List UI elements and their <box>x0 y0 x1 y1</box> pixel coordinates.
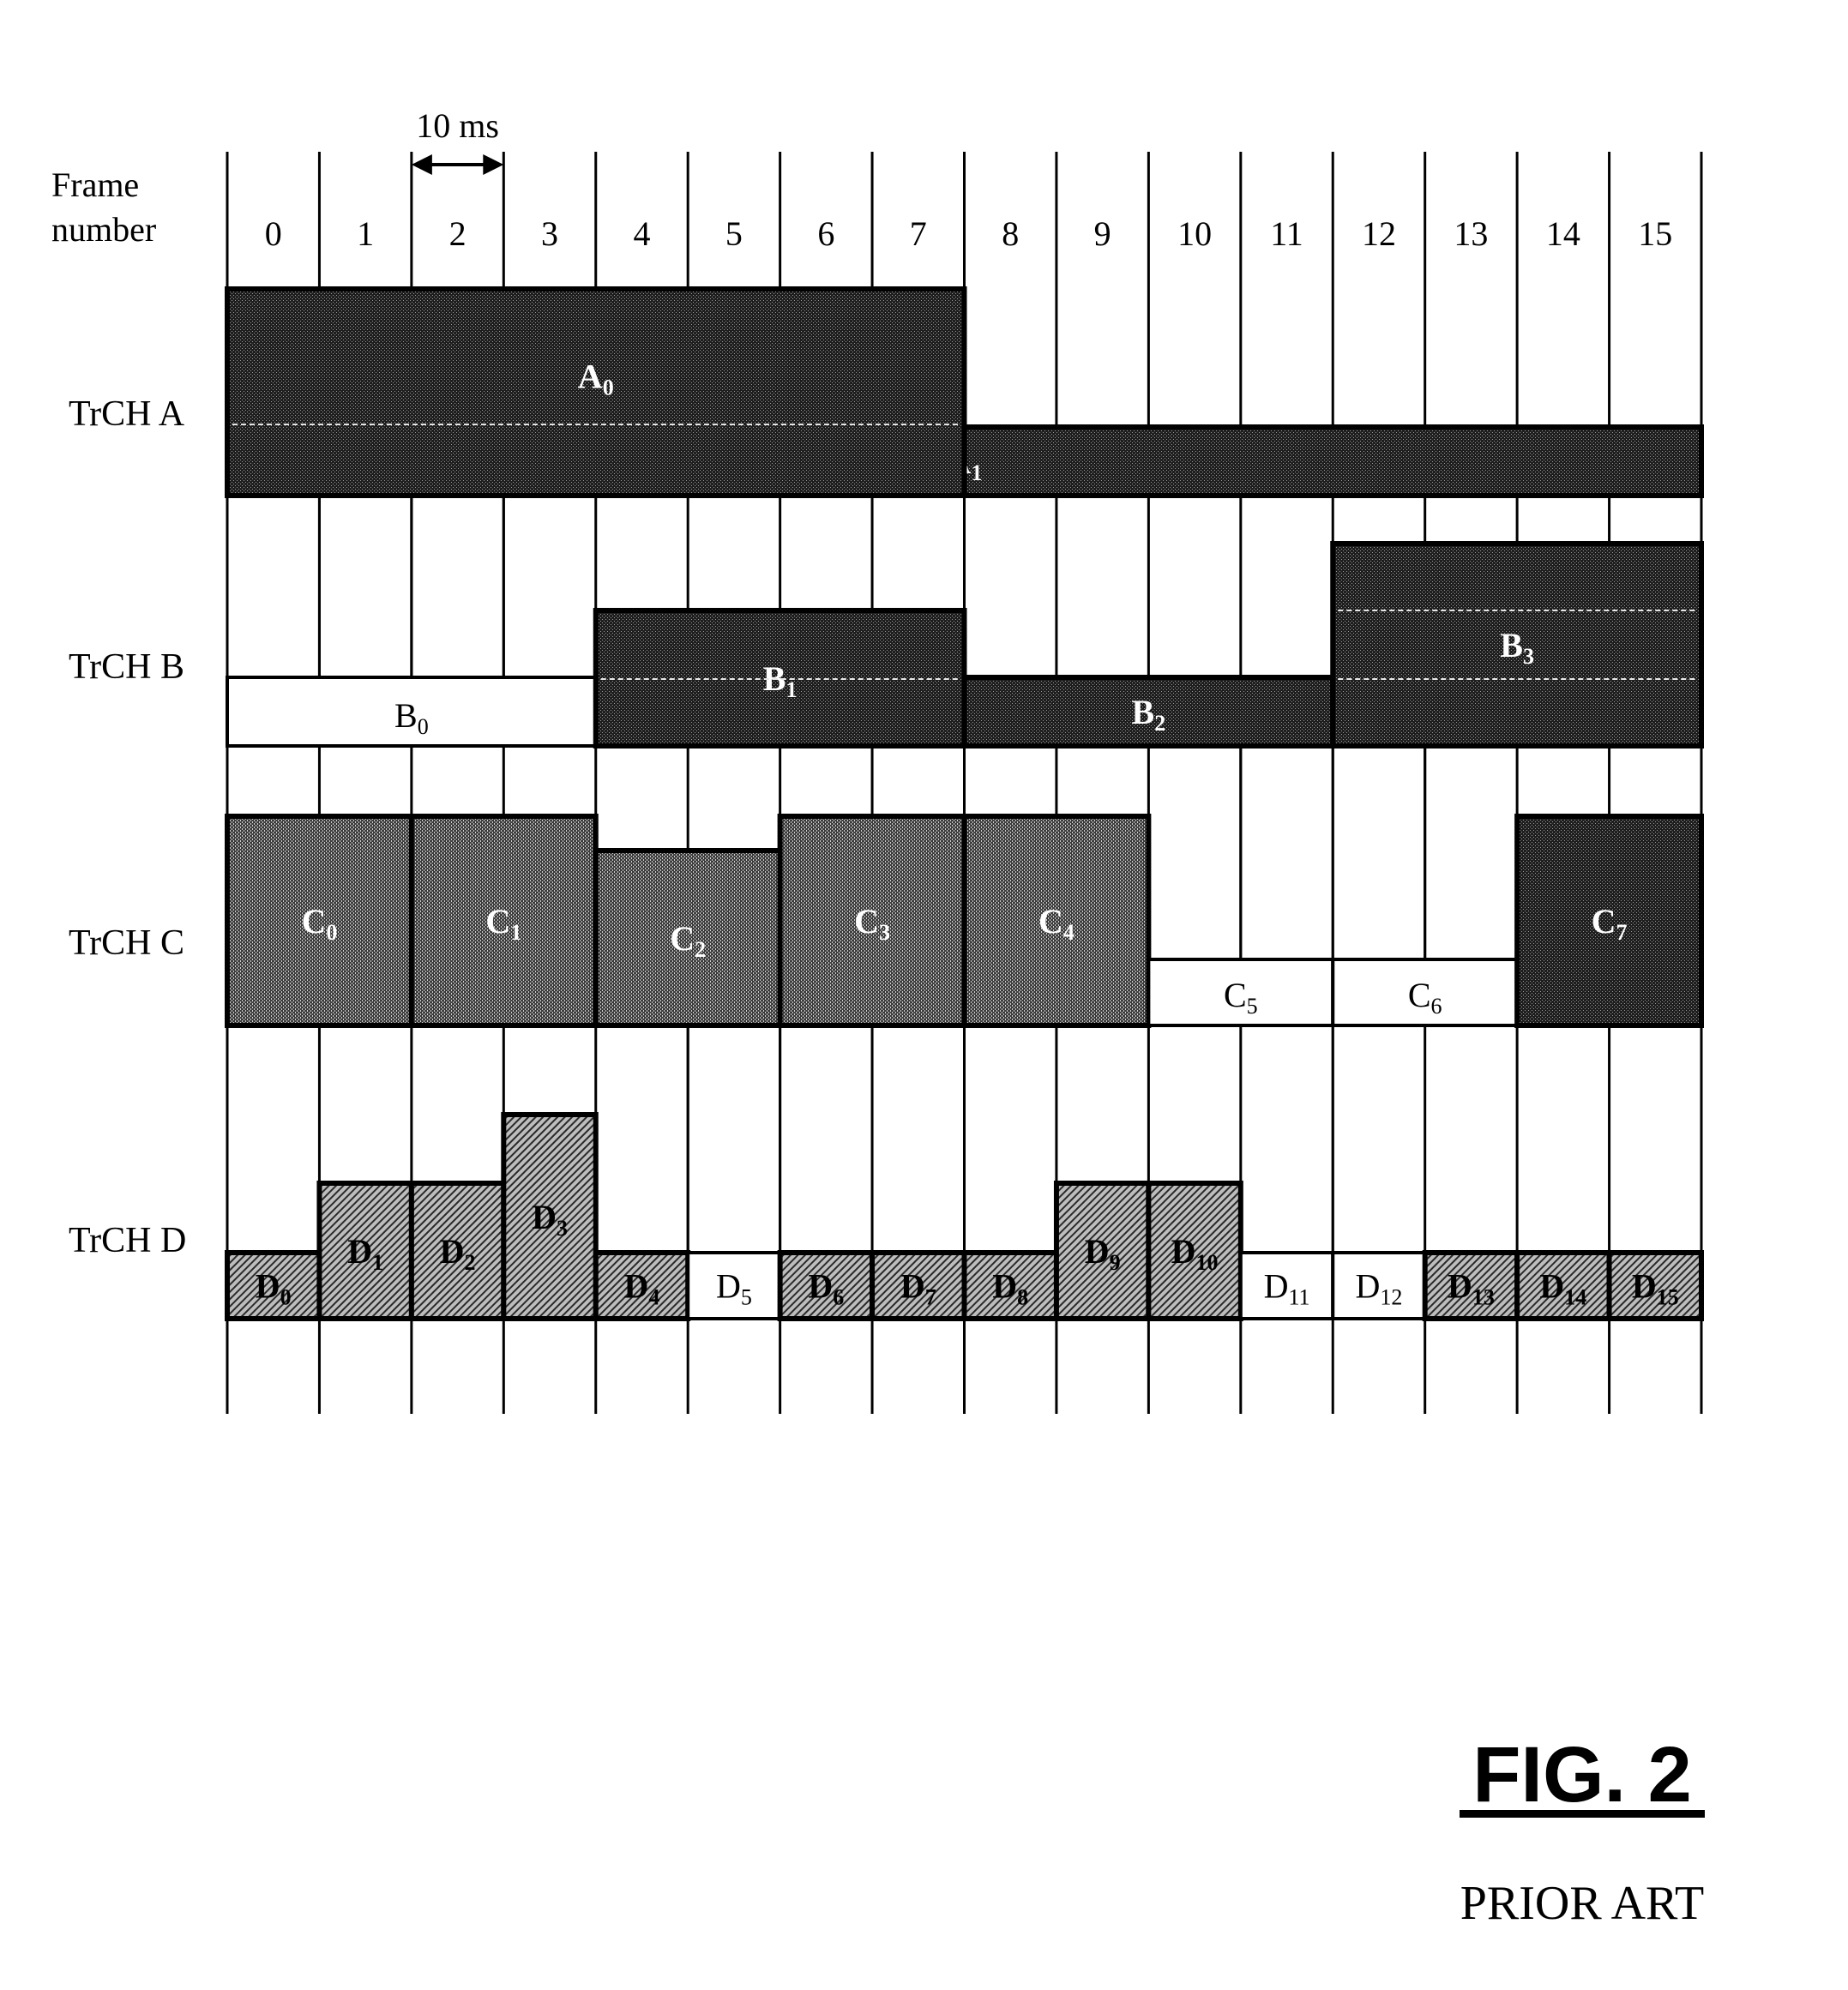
frame-number-label: 12 <box>1362 214 1396 253</box>
frame-number-label: 0 <box>265 214 282 253</box>
frame-number-label: 10 <box>1177 214 1212 253</box>
figure-title: FIG. 2 <box>1472 1731 1692 1819</box>
frame-number-label: 11 <box>1270 214 1303 253</box>
frame-number-label: 9 <box>1094 214 1111 253</box>
duration-label: 10 ms <box>416 106 499 145</box>
prior-art-label: PRIOR ART <box>1460 1877 1705 1930</box>
frame-number-label: 1 <box>357 214 374 253</box>
frame-number-label: 2 <box>449 214 467 253</box>
channel-trch-c: C0 C1 C2C3 C4C5 C6C7 <box>225 814 1704 1028</box>
frame-number-label: 8 <box>1002 214 1019 253</box>
frame-timing-diagram: 0123456789101112131415 A1A0B0B1B2B3C0C1C… <box>225 106 1704 1414</box>
duration-marker: 10 ms <box>411 106 504 175</box>
frame-number-label: 3 <box>541 214 558 253</box>
channel-trch-a: A1A0 <box>225 286 1704 498</box>
arrow-right-icon <box>483 154 504 175</box>
arrow-left-icon <box>411 154 432 175</box>
frame-number-label: 14 <box>1546 214 1580 253</box>
frame-number-label: 5 <box>725 214 743 253</box>
frame-number-label: 7 <box>910 214 927 253</box>
figure-title-underline <box>1460 1810 1705 1818</box>
frame-number-header: 0 1 2 3 4 5 6 7 8 9 10 11 12 13 14 15 <box>265 214 1673 253</box>
frame-number-label: 13 <box>1454 214 1488 253</box>
frame-number-label: 6 <box>817 214 834 253</box>
frame-number-label: 15 <box>1638 214 1672 253</box>
frame-number-label: 4 <box>633 214 650 253</box>
